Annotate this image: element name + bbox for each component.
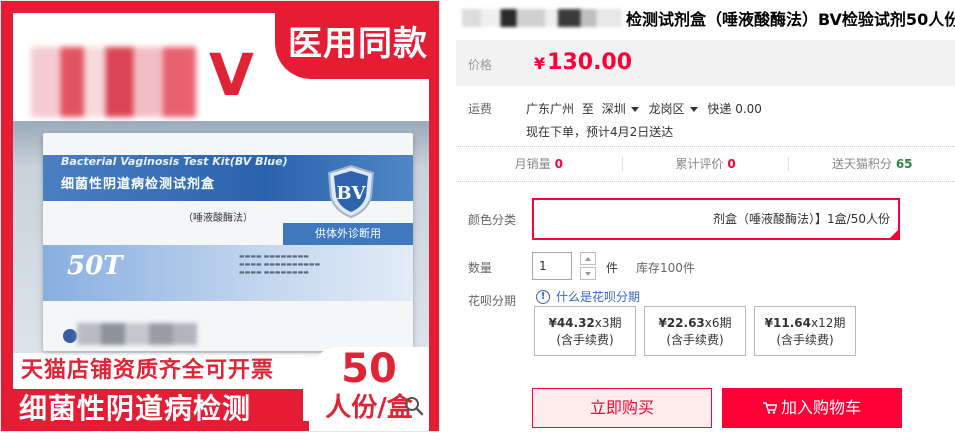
installment-plans: ¥44.32x3期 (含手续费) ¥22.63x6期 (含手续费) ¥11.64… — [534, 306, 864, 356]
plan-amount: ¥11.64 — [764, 316, 811, 330]
ship-city-select[interactable]: 深圳 — [602, 102, 641, 116]
price-label: 价格 — [468, 58, 493, 72]
bv-shield-icon: BV — [327, 164, 375, 219]
product-photo: V 医用同款 Bacterial Vaginosis Test Kit(BV B… — [13, 13, 439, 431]
test-kit-box: Bacterial Vaginosis Test Kit(BV Blue) 细菌… — [43, 133, 413, 351]
plan-fee: (含手续费) — [666, 333, 724, 347]
blurred-manufacturer — [77, 323, 197, 345]
quantity-input[interactable]: 1 — [532, 252, 572, 280]
zoom-icon[interactable] — [403, 395, 425, 417]
ship-to-word: 至 — [581, 102, 594, 116]
stat-value: 0 — [727, 157, 736, 171]
shield-text: BV — [336, 183, 366, 204]
sales-stats: 月销量 0 累计评价 0 送天猫积分 65 — [456, 146, 955, 182]
stat-reviews[interactable]: 累计评价 0 — [623, 157, 790, 171]
plan-periods: x12期 — [810, 316, 846, 330]
price-box: 价格 ¥130.00 — [456, 40, 955, 86]
box-english-title: Bacterial Vaginosis Test Kit(BV Blue) — [61, 155, 288, 168]
plan-fee: (含手续费) — [776, 333, 834, 347]
quantity-label: 数量 — [468, 261, 493, 275]
pack-size-badge: 50 人份/盒 — [309, 346, 429, 431]
medical-grade-tag: 医用同款 — [275, 13, 439, 79]
box-method: （唾液酸酶法） — [183, 213, 253, 224]
stat-points: 送天猫积分 65 — [789, 157, 955, 171]
plan-amount: ¥44.32 — [548, 316, 595, 330]
plan-periods: x6期 — [704, 316, 732, 330]
delivery-eta: 现在下单，预计4月2日送达 — [526, 125, 674, 139]
installment-plan-12[interactable]: ¥11.64x12期 (含手续费) — [754, 306, 856, 356]
installment-plan-3[interactable]: ¥44.32x3期 (含手续费) — [534, 306, 636, 356]
stat-label: 累计评价 — [675, 157, 724, 171]
installment-label: 花呗分期 — [468, 294, 517, 308]
title-row: 检测试剂盒（唾液酸酶法）BV检验试剂50人份 — [462, 6, 955, 30]
stat-label: 月销量 — [514, 157, 551, 171]
stat-value: 0 — [554, 157, 564, 171]
shipping-line: 广东广州 至 深圳 龙岗区 快递 0.00 — [526, 100, 766, 117]
installment-help-link[interactable]: ! 什么是花呗分期 — [536, 288, 640, 305]
currency-symbol: ¥ — [534, 54, 546, 73]
product-image[interactable]: V 医用同款 Bacterial Vaginosis Test Kit(BV B… — [0, 0, 440, 432]
sku-label: 颜色分类 — [468, 213, 517, 227]
box-registration-lines: ▬▬▬▬ ▬▬▬▬▬▬▬▬ ▬▬▬▬ ▬▬▬▬▬▬▬▬▬▬ ▬▬▬▬ ▬▬▬▬▬▬▬… — [239, 253, 321, 276]
price-amount: 130.00 — [547, 50, 633, 75]
buy-now-button[interactable]: 立即购买 — [532, 388, 712, 428]
blurred-title-prefix — [462, 9, 622, 27]
chevron-down-icon — [689, 106, 698, 112]
quantity-unit: 件 — [606, 261, 619, 275]
shipping-label: 运费 — [468, 102, 493, 116]
installment-help-text: 什么是花呗分期 — [556, 290, 641, 304]
plan-amount: ¥22.63 — [658, 316, 705, 330]
promo-invoice-text: 天猫店铺资质齐全可开票 — [13, 355, 303, 387]
image-header: V 医用同款 — [13, 13, 439, 121]
box-logo-dot — [63, 329, 77, 343]
product-title: 检测试剂盒（唾液酸酶法）BV检验试剂50人份 — [626, 10, 955, 29]
stat-value: 65 — [895, 157, 913, 171]
pack-size-number: 50 — [341, 346, 397, 392]
ship-district-select[interactable]: 龙岗区 — [649, 102, 700, 116]
product-info-panel: 检测试剂盒（唾液酸酶法）BV检验试剂50人份 价格 ¥130.00 运费 广东广… — [456, 0, 955, 445]
promo-banner: 天猫店铺资质齐全可开票 细菌性阴道病检测 50 人份/盒 — [13, 346, 429, 431]
sku-option-selected[interactable]: 剂盒（唾液酸酶法）】1盒/50人份 — [532, 198, 900, 240]
ship-method: 快递 0.00 — [707, 102, 762, 116]
add-to-cart-button[interactable]: 加入购物车 — [722, 388, 902, 428]
promo-product-text: 细菌性阴道病检测 — [13, 389, 303, 431]
plan-periods: x3期 — [594, 316, 622, 330]
installment-plan-6[interactable]: ¥22.63x6期 (含手续费) — [644, 306, 746, 356]
price-value: ¥130.00 — [534, 50, 632, 75]
ship-from: 广东广州 — [526, 102, 575, 116]
ship-district: 龙岗区 — [648, 102, 685, 116]
box-chinese-title: 细菌性阴道病检测试剂盒 — [61, 177, 216, 192]
stat-label: 送天猫积分 — [831, 157, 892, 171]
product-box-area: Bacterial Vaginosis Test Kit(BV Blue) 细菌… — [13, 121, 429, 353]
decrease-button[interactable] — [580, 267, 596, 280]
increase-button[interactable] — [580, 252, 596, 265]
cart-icon — [762, 401, 777, 414]
chevron-down-icon — [630, 106, 639, 112]
add-to-cart-label: 加入购物车 — [780, 398, 861, 417]
stock-count: 库存100件 — [636, 261, 695, 275]
quantity-stepper — [580, 252, 596, 280]
stat-monthly-sales: 月销量 0 — [456, 157, 623, 171]
info-icon: ! — [536, 289, 550, 304]
ship-city: 深圳 — [601, 102, 626, 116]
blurred-brand-logo — [31, 47, 196, 117]
box-count: 50T — [67, 251, 123, 281]
box-ivd-label: 供体外诊断用 — [283, 223, 413, 245]
brand-letter: V — [209, 41, 254, 109]
plan-fee: (含手续费) — [556, 333, 614, 347]
